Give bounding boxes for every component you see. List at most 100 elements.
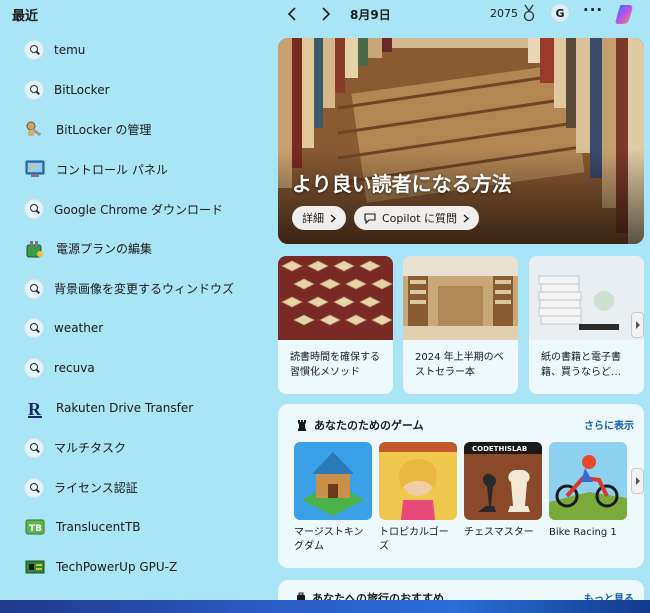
game-title: マージストキングダム <box>294 527 364 552</box>
game-tile[interactable]: Bike Racing 1 <box>549 442 627 540</box>
search-icon <box>24 477 44 498</box>
recent-item-label: 電源プランの編集 <box>56 242 153 257</box>
article-title[interactable]: 2024 年上半期のベストセラー本 <box>403 340 518 390</box>
article-cards: 読書時間を確保する習慣化メソッド 2024 年上半期のベストセラー本 紙の書籍と… <box>278 256 650 394</box>
hero-title[interactable]: より良い読者になる方法 <box>292 168 512 197</box>
gpu-z-icon <box>24 556 46 578</box>
article-image-bookstore <box>403 256 518 340</box>
chevron-right-icon <box>322 7 331 21</box>
recent-item-weather[interactable]: weather <box>24 309 264 349</box>
chevron-right-icon <box>463 214 470 222</box>
ask-copilot-button[interactable]: Copilot に質問 <box>354 206 480 230</box>
games-title-text: あなたのためのゲーム <box>314 419 424 432</box>
game-tile[interactable]: マージストキングダム <box>294 442 372 554</box>
rakuten-icon: R <box>24 397 46 419</box>
chess-rook-icon <box>298 420 306 431</box>
article-image-open-books <box>278 256 393 340</box>
search-icon <box>24 358 44 379</box>
game-image-chess-master: CODETHISLAB <box>464 442 542 520</box>
recent-item-bitlocker-manage[interactable]: BitLocker の管理 <box>24 110 264 150</box>
back-button[interactable] <box>282 4 302 24</box>
recent-item-label: 背景画像を変更するウィンドウズ <box>54 282 235 297</box>
game-image-tropical-gores <box>379 442 457 520</box>
article-title[interactable]: 読書時間を確保する習慣化メソッド <box>278 340 393 390</box>
search-icon <box>24 199 44 220</box>
chess-banner-text: CODETHISLAB <box>472 445 527 453</box>
article-card[interactable]: 読書時間を確保する習慣化メソッド <box>278 256 393 394</box>
recent-item-translucenttb[interactable]: TB TranslucentTB <box>24 508 264 548</box>
recent-item-label: BitLocker の管理 <box>56 122 152 137</box>
article-title[interactable]: 紙の書籍と電子書籍、買うならど… <box>529 340 644 390</box>
games-show-more-link[interactable]: さらに表示 <box>584 417 634 432</box>
caret-right-icon <box>635 321 640 329</box>
recent-panel: 最近 temu BitLocker BitLocker の管理 コントロール パ… <box>0 0 270 600</box>
game-image-merge-kingdom <box>294 442 372 520</box>
taskbar <box>0 600 650 613</box>
search-icon <box>24 318 44 339</box>
games-scroll-right-button[interactable] <box>631 468 644 494</box>
recent-item-background-change[interactable]: 背景画像を変更するウィンドウズ <box>24 269 264 309</box>
game-tile[interactable]: トロピカルゴーズ <box>379 442 457 554</box>
power-plan-icon <box>24 238 46 260</box>
top-bar: 8月9日 2075 G ··· <box>278 0 650 28</box>
recent-list: temu BitLocker BitLocker の管理 コントロール パネル … <box>24 30 264 587</box>
svg-text:R: R <box>28 399 42 418</box>
rewards-medal-icon[interactable] <box>522 4 536 22</box>
caret-right-icon <box>635 477 640 485</box>
svg-text:TB: TB <box>29 524 42 534</box>
recent-item-label: weather <box>54 321 104 336</box>
recent-item-label: recuva <box>54 361 95 376</box>
chevron-left-icon <box>287 7 296 21</box>
recent-item-rakuten-drive[interactable]: R Rakuten Drive Transfer <box>24 388 264 428</box>
recent-item-gpu-z[interactable]: TechPowerUp GPU-Z <box>24 547 264 587</box>
recent-item-control-panel[interactable]: コントロール パネル <box>24 149 264 189</box>
game-title: チェスマスター <box>464 527 534 538</box>
details-label: 詳細 <box>302 212 324 225</box>
game-title: トロピカルゴーズ <box>379 527 449 552</box>
search-icon <box>24 39 44 60</box>
article-card[interactable]: 紙の書籍と電子書籍、買うならど… <box>529 256 644 394</box>
copilot-logo-icon[interactable] <box>614 2 638 26</box>
recent-item-label: コントロール パネル <box>56 162 168 177</box>
recent-item-label: temu <box>54 42 86 57</box>
hero-card[interactable]: より良い読者になる方法 詳細 Copilot に質問 <box>278 38 644 244</box>
translucenttb-icon: TB <box>24 516 46 538</box>
article-image-books-tablet <box>529 256 644 340</box>
recent-item-label: マルチタスク <box>54 441 127 456</box>
chevron-right-icon <box>330 214 336 222</box>
game-image-bike-racing <box>549 442 627 520</box>
recent-item-recuva[interactable]: recuva <box>24 348 264 388</box>
more-options-button[interactable]: ··· <box>583 1 603 19</box>
chat-bubble-icon <box>364 213 376 224</box>
article-card[interactable]: 2024 年上半期のベストセラー本 <box>403 256 518 394</box>
hero-actions: 詳細 Copilot に質問 <box>292 206 480 230</box>
search-icon <box>24 278 44 299</box>
search-icon <box>24 79 44 100</box>
recent-item-license[interactable]: ライセンス認証 <box>24 468 264 508</box>
avatar[interactable]: G <box>550 3 570 23</box>
recent-item-label: BitLocker <box>54 82 110 97</box>
recent-item-label: ライセンス認証 <box>54 481 138 496</box>
copilot-label: Copilot に質問 <box>382 212 458 225</box>
forward-button[interactable] <box>316 4 336 24</box>
recent-item-label: TranslucentTB <box>56 520 141 535</box>
date-label: 8月9日 <box>350 8 391 22</box>
recent-item-label: TechPowerUp GPU-Z <box>56 560 178 575</box>
rewards-points[interactable]: 2075 <box>490 7 518 20</box>
recent-item-multitask[interactable]: マルチタスク <box>24 428 264 468</box>
search-icon <box>24 437 44 458</box>
game-tile[interactable]: CODETHISLAB チェスマスター <box>464 442 542 540</box>
games-section: あなたのためのゲーム さらに表示 マージストキングダム トロピカルゴーズ COD… <box>278 404 644 568</box>
recent-item-chrome-download[interactable]: Google Chrome ダウンロード <box>24 189 264 229</box>
recent-item-power-plan[interactable]: 電源プランの編集 <box>24 229 264 269</box>
recent-item-temu[interactable]: temu <box>24 30 264 70</box>
recent-item-bitlocker[interactable]: BitLocker <box>24 70 264 110</box>
recent-item-label: Rakuten Drive Transfer <box>56 401 194 416</box>
bitlocker-key-icon <box>24 118 46 140</box>
control-panel-icon <box>24 158 46 180</box>
games-section-title: あなたのためのゲーム <box>296 417 424 433</box>
details-button[interactable]: 詳細 <box>292 206 346 230</box>
recent-title: 最近 <box>12 9 39 24</box>
scroll-right-button[interactable] <box>631 312 644 338</box>
recent-item-label: Google Chrome ダウンロード <box>54 202 224 217</box>
